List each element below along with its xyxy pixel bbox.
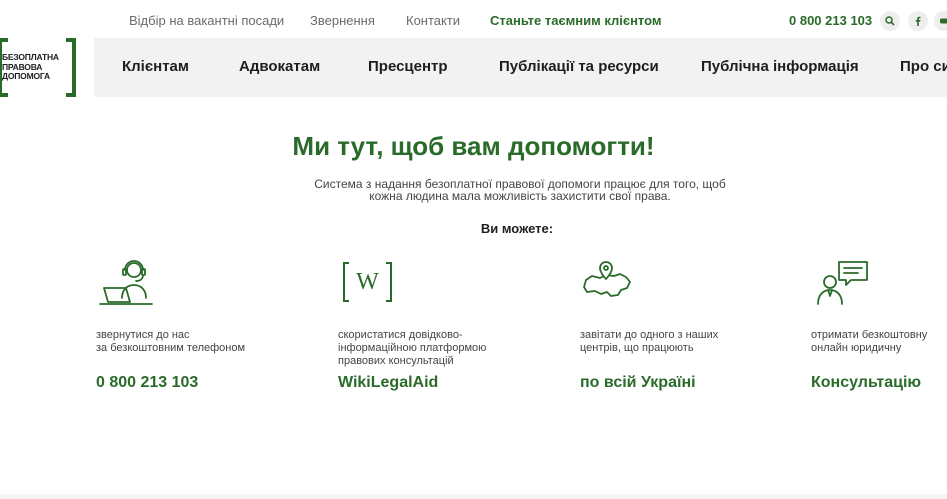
nav-item-clients[interactable]: Клієнтам	[122, 58, 189, 75]
consultation-link[interactable]: Консультацію	[811, 374, 921, 392]
feature-description-line: онлайн юридичну	[811, 342, 902, 354]
feature-description: звернутися до нас за безкоштовним телефо…	[96, 329, 245, 355]
top-utility-bar: Відбір на вакантні посади Звернення Конт…	[0, 0, 947, 38]
nav-item-public-info[interactable]: Публічна інформація	[701, 58, 859, 75]
phone-feature-link[interactable]: 0 800 213 103	[96, 374, 198, 392]
page-divider	[0, 494, 947, 499]
feature-description-line: звернутися до нас	[96, 329, 190, 341]
feature-centers: завітати до одного з наших центрів, що п…	[580, 258, 800, 398]
feature-description: скористатися довідково- інформаційною пл…	[338, 329, 486, 368]
nav-item-about[interactable]: Про си	[900, 58, 947, 75]
feature-description-line: інформаційною платформою	[338, 342, 487, 354]
nav-item-lawyers[interactable]: Адвокатам	[239, 58, 320, 75]
feature-consultation: отримати безкоштовну онлайн юридичну Кон…	[811, 258, 947, 398]
headset-operator-icon	[99, 260, 153, 305]
you-can-heading: Ви можете:	[480, 221, 554, 236]
youtube-icon	[940, 18, 947, 24]
facebook-button[interactable]	[908, 11, 928, 31]
main-nav: Клієнтам Адвокатам Пресцентр Публікації …	[94, 38, 947, 97]
consultant-chat-icon	[817, 261, 868, 305]
feature-description-line: правових консультацій	[338, 355, 454, 367]
nav-item-press-center[interactable]: Пресцентр	[368, 58, 448, 75]
svg-text:W: W	[356, 269, 379, 295]
feature-description: отримати безкоштовну онлайн юридичну	[811, 329, 927, 355]
search-button[interactable]	[880, 11, 900, 31]
feature-description-line: за безкоштовним телефоном	[96, 342, 246, 354]
hero-description: Система з надання безоплатної правової д…	[293, 178, 747, 202]
facebook-icon	[915, 16, 921, 26]
feature-description: завітати до одного з наших центрів, що п…	[580, 329, 718, 355]
hotline-phone-link[interactable]: 0 800 213 103	[789, 13, 872, 28]
feature-description-line: центрів, що працюють	[580, 342, 694, 354]
hero-description-line: кожна людина мала можливість захистити с…	[369, 189, 671, 203]
site-logo[interactable]: БЕЗОПЛАТНА ПРАВОВА ДОПОМОГА	[0, 38, 76, 97]
feature-description-line: отримати безкоштовну	[811, 329, 928, 341]
ukraine-map-pin-icon	[583, 261, 631, 297]
wiki-w-icon: W	[343, 262, 392, 302]
wikilegalaid-link[interactable]: WikiLegalAid	[338, 374, 438, 392]
feature-description-line: завітати до одного з наших	[580, 329, 719, 341]
search-icon	[885, 16, 895, 26]
contacts-link[interactable]: Контакти	[406, 13, 460, 28]
feature-phone: звернутися до нас за безкоштовним телефо…	[96, 258, 316, 398]
feature-wiki: W скористатися довідково- інформаційною …	[338, 258, 558, 398]
page-title: Ми тут, щоб вам допомогти!	[292, 131, 655, 161]
logo-text: БЕЗОПЛАТНА ПРАВОВА ДОПОМОГА	[2, 52, 59, 82]
secret-client-link[interactable]: Станьте таємним клієнтом	[490, 13, 662, 28]
youtube-button[interactable]	[934, 11, 947, 31]
feature-description-line: скористатися довідково-	[338, 329, 463, 341]
nav-item-publications[interactable]: Публікації та ресурси	[499, 58, 659, 75]
all-ukraine-link[interactable]: по всій Україні	[580, 374, 696, 392]
logo-bracket-right	[66, 38, 76, 97]
vacancies-link[interactable]: Відбір на вакантні посади	[129, 13, 284, 28]
logo-text-line: ДОПОМОГА	[2, 71, 50, 81]
appeals-link[interactable]: Звернення	[310, 13, 375, 28]
